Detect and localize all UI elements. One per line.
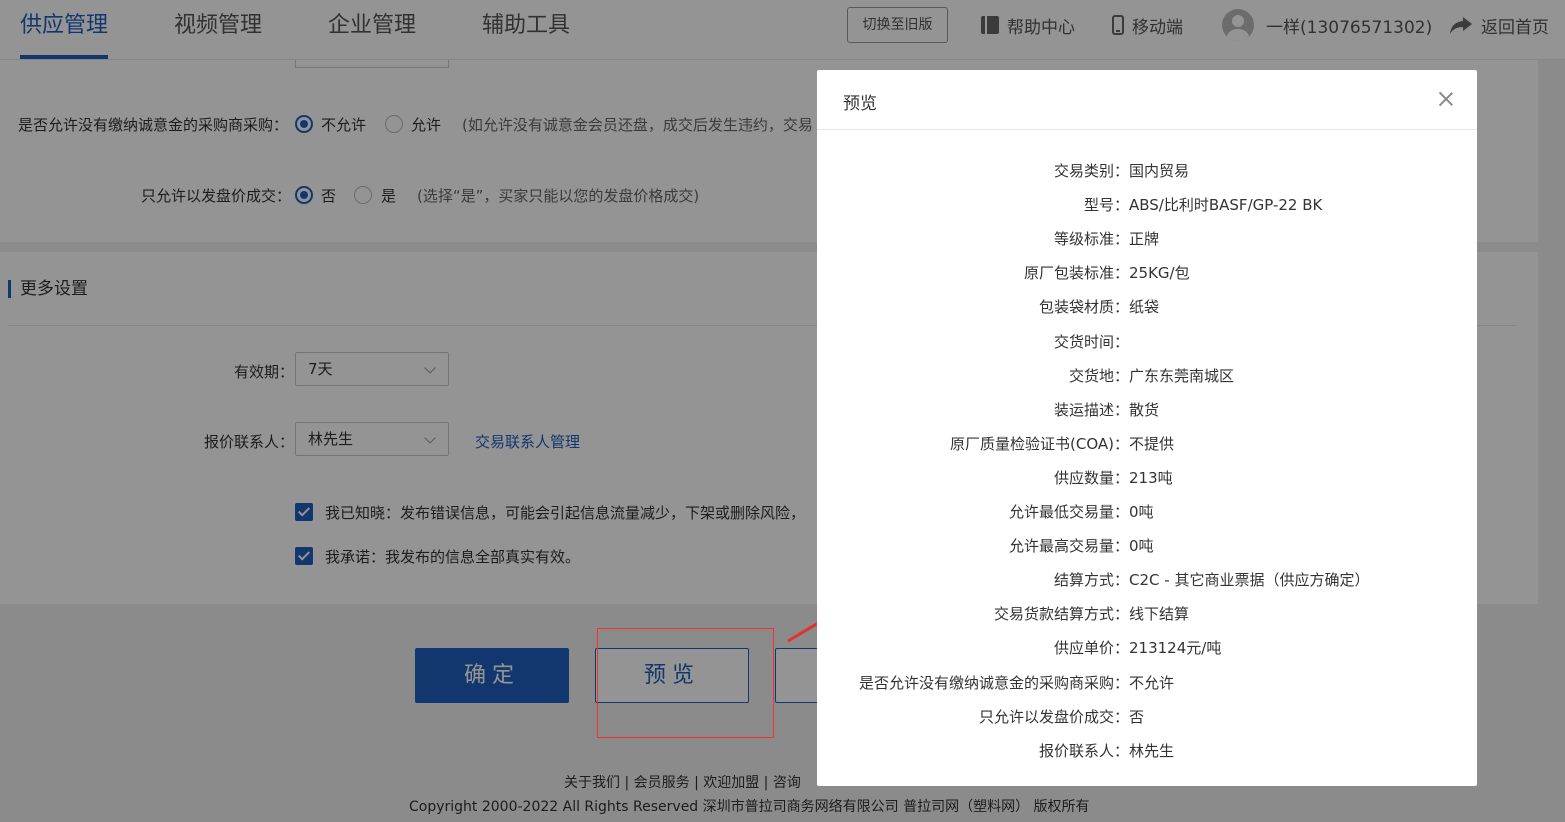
preview-row: 装运描述： 散货 [817, 399, 1477, 423]
preview-row-key: 原厂包装标准： [1023, 264, 1129, 283]
preview-row-value: 广东东莞南城区 [1129, 366, 1235, 385]
preview-row: 允许最高交易量： 0吨 [817, 535, 1477, 559]
preview-row-key: 报价联系人： [1038, 741, 1129, 760]
close-icon[interactable] [1437, 90, 1455, 108]
preview-row-key: 装运描述： [1053, 400, 1129, 419]
preview-row-value: 不允许 [1129, 673, 1175, 692]
preview-row-key: 交易货款结算方式： [993, 605, 1129, 624]
preview-row-key: 包装袋材质： [1038, 298, 1129, 317]
preview-row-value: 213吨 [1129, 468, 1173, 487]
preview-row-key: 交货地： [1068, 366, 1129, 385]
preview-row-value: 213124元/吨 [1129, 639, 1222, 658]
preview-row: 只允许以发盘价成交：否 [817, 706, 1477, 730]
preview-row-value: 林先生 [1129, 741, 1175, 760]
preview-row-value: 25KG/包 [1129, 264, 1190, 283]
preview-row: 交货地： 广东东莞南城区 [817, 365, 1477, 389]
preview-row-value: ABS/比利时BASF/GP-22 BK [1129, 196, 1323, 215]
preview-row-key: 供应单价： [1053, 639, 1129, 658]
preview-row-key: 结算方式： [1053, 571, 1129, 590]
preview-row-value: 0吨 [1129, 537, 1154, 556]
preview-row-value: C2C - 其它商业票据（供应方确定） [1129, 571, 1370, 590]
preview-row: 供应数量： 213吨 [817, 467, 1477, 491]
preview-row: 包装袋材质： 纸袋 [817, 296, 1477, 320]
preview-row: 交易类别： 国内贸易 [817, 160, 1477, 184]
preview-row-value: 正牌 [1129, 230, 1160, 249]
preview-row-key: 交易类别： [1053, 162, 1129, 180]
preview-row-value: 散货 [1129, 400, 1160, 419]
preview-modal: 预览 交易类别： 国内贸易 型号： ABS/比利时BASF/GP-22 BK 等级标准：… [817, 70, 1477, 786]
preview-row-key: 允许最低交易量： [1008, 503, 1129, 521]
preview-row-key: 等级标准： [1053, 230, 1129, 249]
preview-row-key: 允许最高交易量： [1008, 537, 1129, 556]
preview-row: 交易货款结算方式： 线下结算 [817, 603, 1477, 627]
preview-row-key: 交货时间： [1053, 332, 1129, 351]
highlight-box [597, 628, 774, 738]
preview-row: 是否允许没有缴纳诚意金的采购商采购： 不允许 [817, 672, 1477, 696]
preview-row-key: 是否允许没有缴纳诚意金的采购商采购： [858, 673, 1129, 692]
preview-row-value: 否 [1129, 707, 1145, 726]
preview-row-value: 纸袋 [1129, 298, 1160, 317]
preview-row-key: 型号： [1083, 196, 1129, 215]
preview-row-value: 不提供 [1129, 434, 1175, 453]
preview-row-key: 供应数量： [1053, 468, 1129, 487]
preview-row: 供应单价： 213124元/吨 [817, 637, 1477, 661]
preview-row: 原厂质量检验证书(COA)： 不提供 [817, 433, 1477, 457]
preview-row: 等级标准： 正牌 [817, 228, 1477, 252]
preview-row-value: 0吨 [1129, 503, 1154, 521]
preview-row-key: 原厂质量检验证书(COA)： [950, 434, 1129, 453]
preview-row: 型号： ABS/比利时BASF/GP-22 BK [817, 194, 1477, 218]
preview-row-key: 只允许以发盘价成交： [978, 707, 1129, 726]
preview-row-value: 国内贸易 [1129, 162, 1190, 180]
preview-row: 交货时间： [817, 331, 1477, 355]
preview-row: 允许最低交易量： 0吨 [817, 501, 1477, 525]
preview-row-value: 线下结算 [1129, 605, 1190, 624]
preview-row: 原厂包装标准： 25KG/包 [817, 262, 1477, 286]
preview-row: 结算方式： C2C - 其它商业票据（供应方确定） [817, 569, 1477, 593]
modal-title: 预览 [843, 94, 877, 114]
preview-row: 报价联系人： 林先生 [817, 740, 1477, 764]
modal-header: 预览 [817, 70, 1477, 130]
